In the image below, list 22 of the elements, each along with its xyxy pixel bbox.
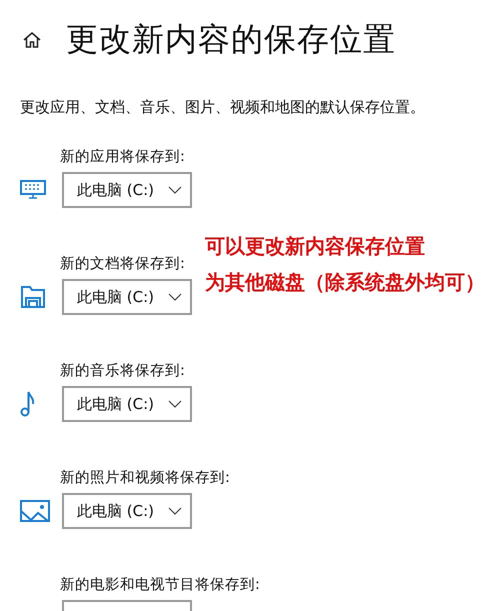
drive-dropdown[interactable]: 此电脑 (C:)	[62, 493, 192, 529]
drive-dropdown[interactable]: 此电脑 (C:)	[62, 386, 192, 422]
chevron-down-icon	[168, 400, 182, 408]
setting-label: 新的音乐将保存到:	[60, 362, 185, 380]
image-icon	[20, 500, 50, 522]
chevron-down-icon	[168, 507, 182, 515]
chevron-down-icon	[168, 186, 182, 194]
drive-dropdown[interactable]: 此电脑 (C:)	[62, 279, 192, 315]
setting-label: 新的照片和视频将保存到:	[60, 468, 230, 487]
drive-dropdown[interactable]: 此电脑 (C:)	[62, 172, 192, 208]
drive-icon	[20, 285, 46, 309]
home-icon[interactable]	[22, 30, 42, 50]
annotation-text: 为其他磁盘（除系统盘外均可）	[205, 269, 485, 296]
annotation-text: 可以更改新内容保存位置	[205, 233, 425, 260]
page-title: 更改新内容的保存位置	[66, 19, 396, 60]
monitor-icon	[20, 180, 46, 200]
setting-label: 新的文档将保存到:	[60, 254, 185, 273]
setting-label: 新的电影和电视节目将保存到:	[60, 576, 260, 594]
music-note-icon	[20, 390, 36, 418]
chevron-down-icon	[168, 293, 182, 301]
setting-label: 新的应用将保存到:	[60, 148, 185, 166]
description-text: 更改应用、文档、音乐、图片、视频和地图的默认保存位置。	[20, 98, 426, 117]
